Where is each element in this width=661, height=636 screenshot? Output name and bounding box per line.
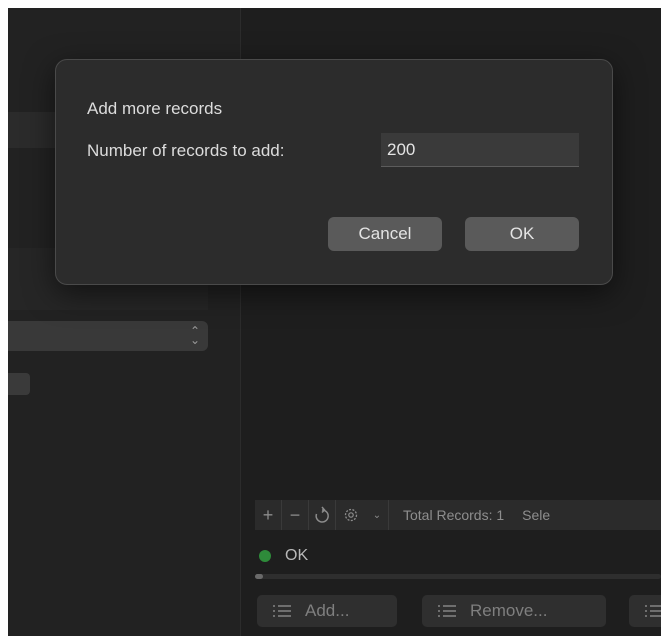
screenshot-stage: ⌃ ⌄ + − ⌄ Total Records: 1 Sele OK Add..…: [0, 0, 661, 636]
chevron-down-icon[interactable]: ⌄: [366, 500, 389, 530]
dialog-title: Add more records: [87, 99, 223, 118]
list-icon: [273, 604, 291, 618]
status-indicator-icon: [259, 550, 271, 562]
add-button[interactable]: Add...: [257, 595, 397, 627]
progress-knob: [255, 574, 263, 579]
list-icon: [645, 604, 661, 618]
ok-button[interactable]: OK: [465, 217, 579, 251]
list-icon: [438, 604, 456, 618]
status-row: OK: [259, 544, 308, 568]
remove-button-label: Remove...: [470, 601, 548, 620]
records-count-label: Number of records to add:: [87, 141, 285, 160]
selected-records-label: Sele: [522, 507, 551, 523]
total-records-label: Total Records: 1: [403, 507, 505, 523]
progress-bar: [255, 574, 661, 579]
minus-icon[interactable]: −: [282, 500, 309, 530]
add-records-dialog: Add more records Number of records to ad…: [55, 59, 613, 285]
app-window: ⌃ ⌄ + − ⌄ Total Records: 1 Sele OK Add..…: [8, 8, 661, 636]
gear-icon[interactable]: [336, 500, 366, 530]
add-button-label: Add...: [305, 601, 350, 620]
remove-button[interactable]: Remove...: [422, 595, 606, 627]
refresh-icon[interactable]: [309, 500, 336, 530]
updown-chevron-icon: ⌃ ⌄: [189, 324, 200, 347]
cancel-button[interactable]: Cancel: [328, 217, 442, 251]
records-count-input[interactable]: [381, 133, 579, 167]
popup-select[interactable]: ⌃ ⌄: [8, 321, 208, 351]
small-button[interactable]: [8, 373, 30, 395]
status-text: OK: [285, 547, 309, 564]
more-button[interactable]: [629, 595, 661, 627]
records-toolbar: + − ⌄ Total Records: 1 Sele: [255, 500, 661, 530]
plus-icon[interactable]: +: [255, 500, 282, 530]
